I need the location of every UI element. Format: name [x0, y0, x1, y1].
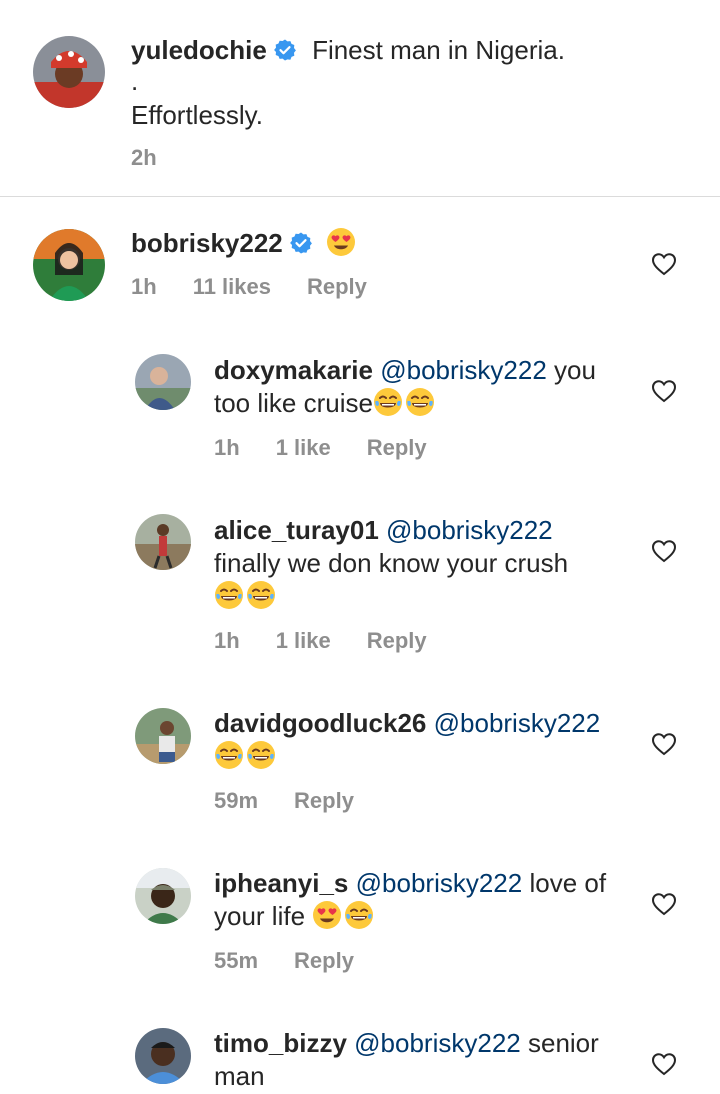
verified-badge-icon — [273, 38, 297, 62]
reply-text: man — [214, 1061, 265, 1091]
username[interactable]: davidgoodluck26 — [214, 708, 426, 738]
laughing-emoji-icon — [246, 740, 276, 770]
reply-button[interactable]: Reply — [294, 788, 354, 813]
reply-text: you — [554, 355, 596, 385]
heart-icon[interactable] — [651, 892, 677, 916]
reply-text: too like cruise — [214, 388, 373, 418]
avatar[interactable] — [135, 1028, 191, 1084]
username[interactable]: timo_bizzy — [214, 1028, 347, 1058]
mention-link[interactable]: @bobrisky222 — [356, 868, 523, 898]
likes-count[interactable]: 1 like — [276, 435, 331, 460]
reply-button[interactable]: Reply — [307, 274, 367, 299]
heart-eyes-emoji-icon — [326, 227, 356, 257]
timestamp: 1h — [131, 274, 157, 299]
reply-text: senior — [527, 1028, 599, 1058]
username[interactable]: bobrisky222 — [131, 228, 283, 258]
username[interactable]: ipheanyi_s — [214, 868, 348, 898]
verified-badge-icon — [289, 231, 313, 255]
username[interactable]: doxymakarie — [214, 355, 373, 385]
mention-link[interactable]: @bobrisky222 — [386, 515, 553, 545]
caption-dot: . — [131, 66, 139, 96]
likes-count[interactable]: 11 likes — [193, 274, 271, 299]
reply-button[interactable]: Reply — [294, 948, 354, 973]
mention-link[interactable]: @bobrisky222 — [354, 1028, 521, 1058]
heart-icon[interactable] — [651, 539, 677, 563]
post-caption: yuledochie Finest man in Nigeria. . Effo… — [0, 0, 720, 197]
timestamp: 1h — [214, 435, 240, 460]
heart-icon[interactable] — [651, 252, 677, 276]
reply-text: finally we don know your crush — [214, 548, 569, 578]
laughing-emoji-icon — [214, 740, 244, 770]
laughing-emoji-icon — [246, 580, 276, 610]
reply-text: your life — [214, 901, 306, 931]
caption-line2: Effortlessly. — [131, 100, 263, 130]
laughing-emoji-icon — [405, 387, 435, 417]
avatar[interactable] — [135, 354, 191, 410]
reply-text: love of — [529, 868, 607, 898]
reply-button[interactable]: Reply — [367, 628, 427, 653]
heart-icon[interactable] — [651, 379, 677, 403]
timestamp: 1h — [214, 628, 240, 653]
laughing-emoji-icon — [214, 580, 244, 610]
avatar[interactable] — [33, 229, 105, 301]
laughing-emoji-icon — [344, 900, 374, 930]
heart-icon[interactable] — [651, 1052, 677, 1076]
username[interactable]: yuledochie — [131, 35, 267, 65]
heart-eyes-emoji-icon — [312, 900, 342, 930]
reply-button[interactable]: Reply — [367, 435, 427, 460]
timestamp: 55m — [214, 948, 259, 973]
avatar[interactable] — [135, 868, 191, 924]
timestamp: 2h — [131, 145, 157, 170]
heart-icon[interactable] — [651, 732, 677, 756]
avatar[interactable] — [135, 708, 191, 764]
caption-text: Finest man in Nigeria. — [312, 35, 565, 65]
avatar[interactable] — [33, 36, 105, 108]
mention-link[interactable]: @bobrisky222 — [434, 708, 601, 738]
timestamp: 59m — [214, 788, 259, 813]
username[interactable]: alice_turay01 — [214, 515, 379, 545]
mention-link[interactable]: @bobrisky222 — [380, 355, 547, 385]
laughing-emoji-icon — [373, 387, 403, 417]
likes-count[interactable]: 1 like — [276, 628, 331, 653]
avatar[interactable] — [135, 514, 191, 570]
